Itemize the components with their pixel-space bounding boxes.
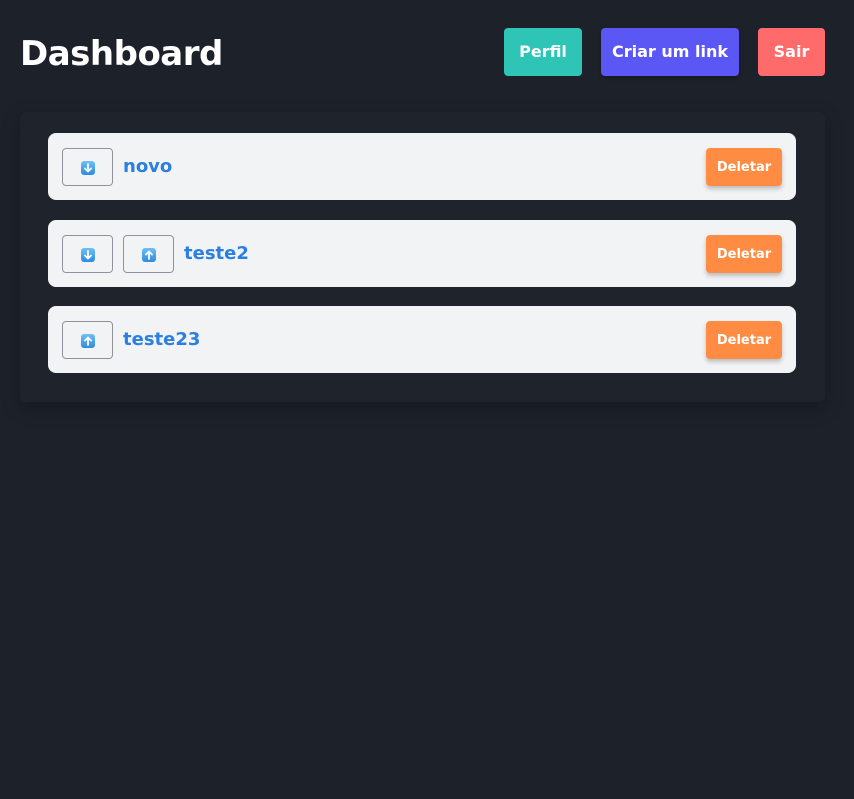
link-name[interactable]: teste23	[123, 326, 200, 354]
link-row: novo Deletar	[48, 133, 796, 200]
up-arrow-icon	[142, 248, 156, 262]
perfil-button[interactable]: Perfil	[504, 28, 582, 76]
page-title: Dashboard	[20, 34, 223, 74]
delete-button[interactable]: Deletar	[706, 148, 782, 186]
link-row: teste23 Deletar	[48, 306, 796, 373]
create-link-button[interactable]: Criar um link	[601, 28, 739, 76]
up-arrow-icon	[81, 334, 95, 348]
move-down-button[interactable]	[62, 235, 113, 273]
link-row: teste2 Deletar	[48, 220, 796, 287]
logout-button[interactable]: Sair	[758, 28, 825, 76]
move-down-button[interactable]	[62, 148, 113, 186]
delete-button[interactable]: Deletar	[706, 321, 782, 359]
link-name[interactable]: novo	[123, 153, 172, 181]
link-name[interactable]: teste2	[184, 240, 249, 268]
header: Dashboard Perfil Criar um link Sair	[0, 0, 854, 108]
down-arrow-icon	[81, 248, 95, 262]
delete-button[interactable]: Deletar	[706, 235, 782, 273]
down-arrow-icon	[81, 161, 95, 175]
move-up-button[interactable]	[62, 321, 113, 359]
move-up-button[interactable]	[123, 235, 174, 273]
links-panel: novo Deletar teste2 Deletar teste23 Dele…	[20, 112, 825, 402]
